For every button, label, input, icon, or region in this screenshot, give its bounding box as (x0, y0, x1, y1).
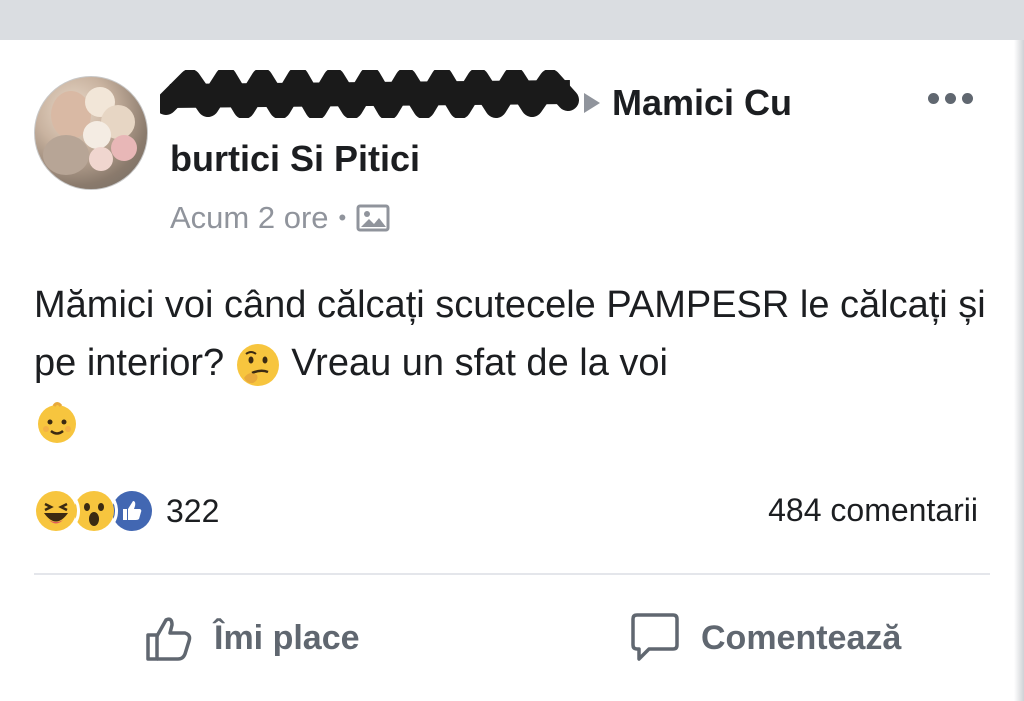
more-options-icon[interactable] (922, 84, 978, 112)
thumbs-up-icon (146, 617, 192, 661)
comments-count[interactable]: 484 comentarii (768, 492, 978, 529)
actions-divider (34, 573, 990, 575)
top-band (0, 0, 1024, 40)
thinking-face-icon (236, 343, 279, 386)
right-edge-shadow (1014, 40, 1024, 701)
post-message: Mămici voi când călcați scutecele PAMPES… (34, 276, 994, 450)
like-button[interactable]: Îmi place (142, 610, 360, 666)
like-label: Îmi place (214, 618, 360, 657)
post-time[interactable]: Acum 2 ore (170, 200, 329, 236)
photo-icon (356, 204, 390, 232)
group-name-part1[interactable]: Mamici Cu (612, 82, 792, 124)
post-meta: Acum 2 ore • (170, 198, 390, 238)
comment-button[interactable]: Comentează (627, 610, 901, 666)
meta-separator: • (338, 205, 347, 230)
post-text-part2: Vreau un sfat de la voi (291, 342, 668, 384)
group-avatar[interactable] (34, 76, 148, 190)
reactions-summary[interactable]: 322 (32, 487, 220, 535)
baby-face-icon (38, 401, 76, 443)
shared-to-arrow-icon (584, 93, 600, 113)
comment-label: Comentează (701, 618, 902, 657)
group-name-part2[interactable]: burtici Si Pitici (170, 138, 420, 180)
reaction-count: 322 (166, 492, 220, 529)
haha-icon (32, 487, 80, 535)
comment-bubble-icon (631, 613, 679, 661)
redacted-name-scribble (160, 70, 579, 118)
group-header-line1: Mamici Cu (584, 82, 792, 124)
post-card: Mamici Cu burtici Si Pitici Acum 2 ore •… (0, 40, 1012, 701)
